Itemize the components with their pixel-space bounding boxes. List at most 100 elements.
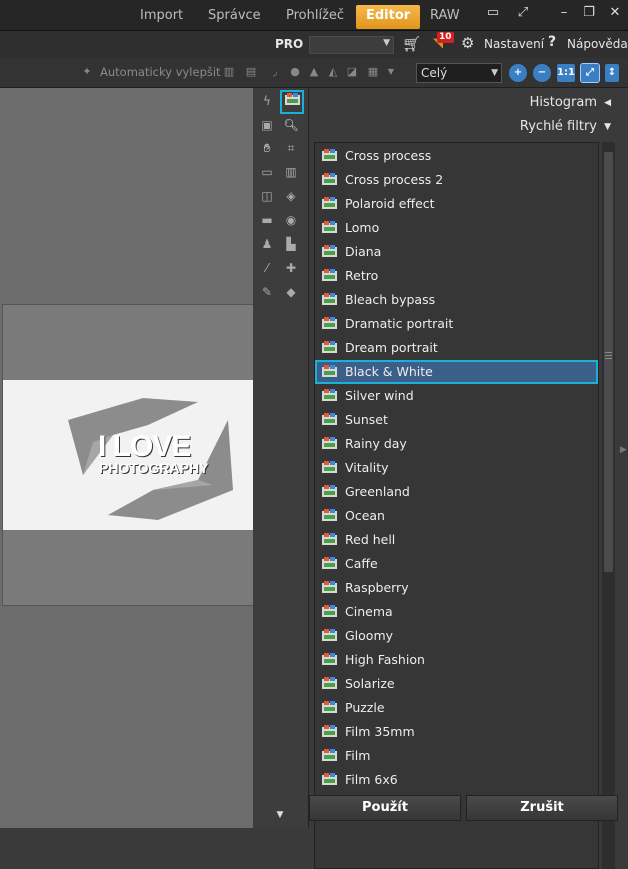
plus-brush-icon[interactable]: ✚: [281, 258, 301, 278]
tab-import[interactable]: Import: [130, 5, 193, 29]
filter-item[interactable]: Dramatic portrait: [315, 312, 598, 336]
red-eye-icon[interactable]: ◉: [281, 210, 301, 230]
hand-icon[interactable]: ✋︎: [257, 138, 277, 158]
filter-item[interactable]: Rainy day: [315, 432, 598, 456]
tab-raw[interactable]: RAW: [420, 5, 470, 29]
clone-stamp-icon[interactable]: ♟: [257, 234, 277, 254]
filter-item[interactable]: Polaroid effect: [315, 192, 598, 216]
filter-item[interactable]: Puzzle: [315, 696, 598, 720]
flash-icon[interactable]: ϟ: [257, 91, 277, 111]
healing-icon[interactable]: ▙: [281, 234, 301, 254]
chevron-down-icon[interactable]: ▼: [384, 65, 398, 79]
filter-preset-icon: [322, 293, 337, 305]
filter-preset-icon: [322, 701, 337, 713]
filter-item[interactable]: Ocean: [315, 504, 598, 528]
sharpen-icon[interactable]: ▲: [307, 65, 321, 79]
gear-icon[interactable]: ⚙: [461, 34, 474, 52]
tab-editor[interactable]: Editor: [356, 5, 421, 29]
cancel-button[interactable]: Zrušit: [466, 795, 618, 821]
filter-item[interactable]: Black & White: [315, 360, 598, 384]
fit-screen-icon[interactable]: ⤢: [580, 63, 600, 83]
quick-filters-header[interactable]: Rychlé filtry ▼: [309, 115, 619, 139]
tab-spravce[interactable]: Správce: [198, 5, 271, 29]
filter-item[interactable]: Cross process: [315, 144, 598, 168]
fullscreen-icon[interactable]: ⤢: [512, 5, 534, 25]
filter-icon[interactable]: ▦: [366, 65, 380, 79]
quick-filters-panel: Histogram ◀ Rychlé filtry ▼ Cross proces…: [308, 88, 628, 869]
apply-button[interactable]: Použít: [309, 795, 461, 821]
filter-item[interactable]: Film 35mm: [315, 720, 598, 744]
restore-icon[interactable]: ❐: [578, 5, 600, 25]
pencil-icon[interactable]: ✎: [257, 282, 277, 302]
filter-item[interactable]: Cinema: [315, 600, 598, 624]
monitor-icon[interactable]: ▭: [482, 5, 504, 25]
filter-preset-icon: [322, 413, 337, 425]
scrollbar[interactable]: [602, 142, 615, 869]
filter-preset-icon: [322, 509, 337, 521]
filter-item[interactable]: Sunset: [315, 408, 598, 432]
levels-icon[interactable]: ▥: [222, 65, 236, 79]
actual-size-button[interactable]: 1:1: [557, 64, 575, 82]
zoom-select-value: Celý: [421, 66, 448, 80]
filter-item[interactable]: Raspberry: [315, 576, 598, 600]
filter-preset-icon: [322, 173, 337, 185]
crop-icon[interactable]: ⌗: [281, 138, 301, 158]
cart-icon[interactable]: 🛒︎: [402, 35, 421, 53]
filter-item[interactable]: Retro: [315, 264, 598, 288]
filter-item-label: Rainy day: [345, 436, 407, 451]
fit-height-icon[interactable]: ↕: [605, 64, 619, 82]
zoom-out-icon[interactable]: −: [533, 64, 551, 82]
resize-icon[interactable]: ◫: [257, 186, 277, 206]
filter-item[interactable]: Bleach bypass: [315, 288, 598, 312]
drop-icon[interactable]: ●: [288, 65, 302, 79]
close-icon[interactable]: ✕: [604, 5, 626, 25]
filter-item[interactable]: High Fashion: [315, 648, 598, 672]
histogram-header[interactable]: Histogram ◀: [309, 91, 619, 115]
filter-item[interactable]: Vitality: [315, 456, 598, 480]
help-icon[interactable]: ?: [548, 34, 556, 50]
minimize-icon[interactable]: –: [553, 5, 575, 25]
help-link[interactable]: Nápověda: [567, 37, 628, 51]
chevron-down-icon[interactable]: ▼: [270, 805, 290, 825]
filter-item[interactable]: Film 6x6: [315, 768, 598, 792]
filter-item[interactable]: Caffe: [315, 552, 598, 576]
zoom-select[interactable]: Celý ▼: [416, 63, 502, 83]
tab-prohlizec[interactable]: Prohlížeč: [276, 5, 354, 29]
quick-filters-icon[interactable]: [280, 90, 304, 114]
film-icon[interactable]: ▣: [257, 115, 277, 135]
scrollbar-thumb[interactable]: [604, 152, 613, 572]
wand-icon[interactable]: ✦: [80, 65, 94, 79]
filter-item-label: Film 35mm: [345, 724, 415, 739]
filter-item[interactable]: Dream portrait: [315, 336, 598, 360]
filter-item-label: Silver wind: [345, 388, 414, 403]
brush-icon[interactable]: ◞: [268, 65, 282, 79]
filter-item[interactable]: Red hell: [315, 528, 598, 552]
selection-brush-icon[interactable]: ⁄: [257, 258, 277, 278]
zoom-in-icon[interactable]: +: [509, 64, 527, 82]
filter-item[interactable]: Solarize: [315, 672, 598, 696]
filter-preset-icon: [322, 245, 337, 257]
exposure-icon[interactable]: ◭: [326, 65, 340, 79]
filter-item[interactable]: Greenland: [315, 480, 598, 504]
tool-strip: ϟ ▣ 🔍︎ ✋︎ ⌗ ▭ ▥ ◫ ◈ ▬ ◉ ♟ ▙ ⁄ ✚ ✎ ◆ ▼: [253, 88, 308, 828]
color-icon[interactable]: ▤: [244, 65, 258, 79]
eraser-icon[interactable]: ◆: [281, 282, 301, 302]
perspective-icon[interactable]: ▥: [281, 162, 301, 182]
panel-collapse-icon[interactable]: ▶: [620, 445, 627, 455]
distort-icon[interactable]: ◈: [281, 186, 301, 206]
contrast-icon[interactable]: ◪: [345, 65, 359, 79]
magnifier-icon[interactable]: 🔍︎: [281, 115, 301, 135]
filter-list[interactable]: Cross process Cross process 2 Polaroid eff…: [314, 142, 599, 869]
account-dropdown[interactable]: ▼: [309, 36, 394, 54]
settings-link[interactable]: Nastavení: [484, 37, 544, 51]
filter-item[interactable]: Lomo: [315, 216, 598, 240]
auto-enhance-button[interactable]: Automaticky vylepšit: [100, 65, 221, 79]
filter-item[interactable]: Diana: [315, 240, 598, 264]
filter-item[interactable]: Silver wind: [315, 384, 598, 408]
filter-item[interactable]: Gloomy: [315, 624, 598, 648]
filter-item[interactable]: Film: [315, 744, 598, 768]
filter-item[interactable]: Cross process 2: [315, 168, 598, 192]
gradient-icon[interactable]: ▬: [257, 210, 277, 230]
straighten-icon[interactable]: ▭: [257, 162, 277, 182]
filter-preset-icon: [322, 149, 337, 161]
